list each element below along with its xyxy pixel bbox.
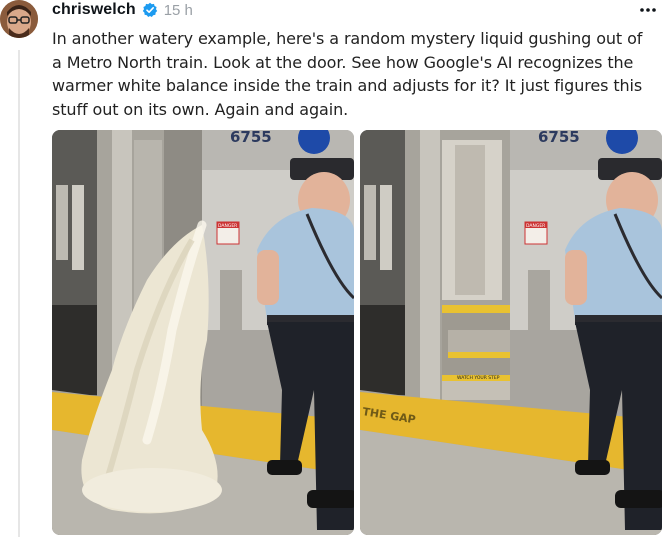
post-text: In another watery example, here's a rand… [52, 29, 643, 119]
danger-label-right: DANGER [526, 223, 545, 229]
more-options-icon[interactable] [638, 0, 658, 20]
car-number-left: 6755 [230, 130, 272, 146]
thread-line [18, 50, 20, 537]
post-image-left[interactable]: 6755 DANGER [52, 130, 354, 535]
verified-badge-icon [142, 2, 158, 18]
step-label: WATCH YOUR STEP [457, 375, 500, 381]
timestamp[interactable]: 15 h [164, 2, 193, 19]
username[interactable]: chriswelch [52, 1, 136, 19]
avatar[interactable] [0, 0, 38, 38]
post-header: chriswelch 15 h [52, 0, 193, 20]
car-number-right: 6755 [538, 130, 580, 146]
danger-label-left: DANGER [218, 223, 237, 229]
post-image-right[interactable]: WATCH YOUR STEP 6755 DANGER THE GAP [360, 130, 662, 535]
